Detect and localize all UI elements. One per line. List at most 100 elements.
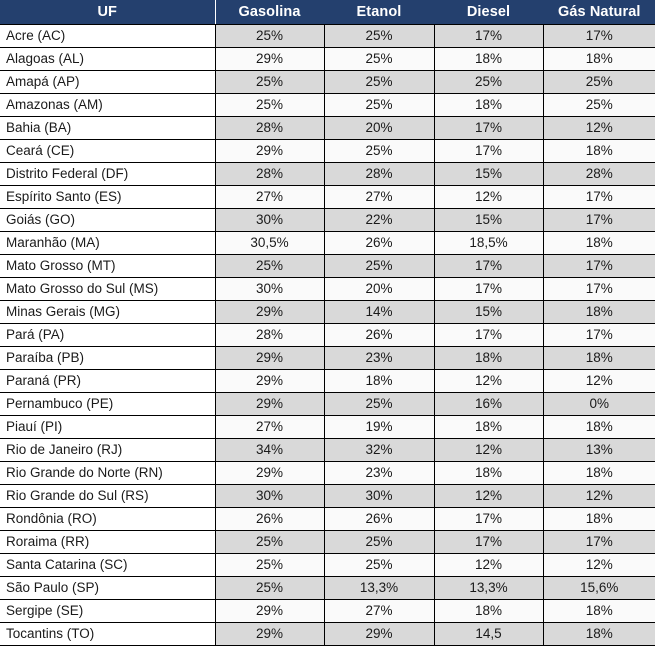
cell-gas_natural: 25%	[543, 93, 655, 117]
table-row: Paraíba (PB) 29% 23% 18% 18%	[0, 346, 655, 370]
cell-gasolina: 26%	[215, 507, 325, 531]
cell-diesel: 17%	[434, 507, 544, 531]
cell-uf: Pará (PA)	[0, 323, 216, 347]
cell-gasolina: 29%	[215, 622, 325, 646]
cell-gas_natural: 18%	[543, 346, 655, 370]
cell-diesel: 17%	[434, 254, 544, 278]
cell-diesel: 13,3%	[434, 576, 544, 600]
cell-gasolina: 28%	[215, 162, 325, 186]
cell-uf: Acre (AC)	[0, 24, 216, 48]
table-row: Ceará (CE) 29% 25% 17% 18%	[0, 139, 655, 163]
cell-gas_natural: 12%	[543, 116, 655, 140]
column-header-etanol: Etanol	[324, 0, 435, 25]
cell-uf: Paraná (PR)	[0, 369, 216, 393]
cell-gasolina: 34%	[215, 438, 325, 462]
column-header-gasolina: Gasolina	[215, 0, 325, 25]
cell-gas_natural: 18%	[543, 139, 655, 163]
cell-etanol: 27%	[324, 185, 435, 209]
cell-etanol: 14%	[324, 300, 435, 324]
table-row: Maranhão (MA) 30,5% 26% 18,5% 18%	[0, 231, 655, 255]
cell-diesel: 18%	[434, 346, 544, 370]
table-row: Acre (AC) 25% 25% 17% 17%	[0, 24, 655, 48]
cell-gasolina: 29%	[215, 47, 325, 71]
cell-gasolina: 27%	[215, 415, 325, 439]
table-row: Mato Grosso (MT) 25% 25% 17% 17%	[0, 254, 655, 278]
cell-uf: Rio Grande do Norte (RN)	[0, 461, 216, 485]
cell-gasolina: 27%	[215, 185, 325, 209]
table-row: Sergipe (SE) 29% 27% 18% 18%	[0, 599, 655, 623]
aliquotas-table: UF Gasolina Etanol Diesel Gás Natural Ac…	[0, 0, 655, 646]
cell-gas_natural: 17%	[543, 323, 655, 347]
cell-diesel: 12%	[434, 553, 544, 577]
cell-gasolina: 29%	[215, 300, 325, 324]
cell-diesel: 15%	[434, 208, 544, 232]
cell-etanol: 26%	[324, 323, 435, 347]
cell-etanol: 29%	[324, 622, 435, 646]
cell-gasolina: 30%	[215, 484, 325, 508]
cell-diesel: 12%	[434, 185, 544, 209]
column-header-diesel: Diesel	[434, 0, 544, 25]
cell-etanol: 23%	[324, 461, 435, 485]
cell-diesel: 18%	[434, 599, 544, 623]
table-row: Mato Grosso do Sul (MS) 30% 20% 17% 17%	[0, 277, 655, 301]
cell-uf: Rio de Janeiro (RJ)	[0, 438, 216, 462]
cell-uf: Mato Grosso do Sul (MS)	[0, 277, 216, 301]
table-row: Minas Gerais (MG) 29% 14% 15% 18%	[0, 300, 655, 324]
cell-gas_natural: 28%	[543, 162, 655, 186]
cell-diesel: 18%	[434, 415, 544, 439]
cell-uf: Maranhão (MA)	[0, 231, 216, 255]
cell-uf: Piauí (PI)	[0, 415, 216, 439]
cell-etanol: 19%	[324, 415, 435, 439]
cell-etanol: 25%	[324, 70, 435, 94]
cell-gasolina: 29%	[215, 369, 325, 393]
cell-uf: Sergipe (SE)	[0, 599, 216, 623]
cell-etanol: 26%	[324, 231, 435, 255]
cell-etanol: 25%	[324, 93, 435, 117]
cell-uf: Paraíba (PB)	[0, 346, 216, 370]
cell-diesel: 18%	[434, 47, 544, 71]
cell-etanol: 23%	[324, 346, 435, 370]
table-row: Paraná (PR) 29% 18% 12% 12%	[0, 369, 655, 393]
table-row: Rio de Janeiro (RJ) 34% 32% 12% 13%	[0, 438, 655, 462]
cell-diesel: 12%	[434, 369, 544, 393]
column-header-gas-natural: Gás Natural	[543, 0, 655, 25]
cell-gasolina: 30,5%	[215, 231, 325, 255]
cell-gasolina: 25%	[215, 24, 325, 48]
cell-uf: Rio Grande do Sul (RS)	[0, 484, 216, 508]
cell-gas_natural: 12%	[543, 484, 655, 508]
cell-uf: Goiás (GO)	[0, 208, 216, 232]
table-row: Pará (PA) 28% 26% 17% 17%	[0, 323, 655, 347]
cell-uf: Ceará (CE)	[0, 139, 216, 163]
table-row: Rio Grande do Norte (RN) 29% 23% 18% 18%	[0, 461, 655, 485]
cell-gasolina: 29%	[215, 599, 325, 623]
cell-uf: Amazonas (AM)	[0, 93, 216, 117]
cell-gas_natural: 18%	[543, 461, 655, 485]
cell-gas_natural: 17%	[543, 277, 655, 301]
table-row: Santa Catarina (SC) 25% 25% 12% 12%	[0, 553, 655, 577]
cell-etanol: 28%	[324, 162, 435, 186]
cell-uf: Bahia (BA)	[0, 116, 216, 140]
cell-uf: Roraima (RR)	[0, 530, 216, 554]
cell-uf: Mato Grosso (MT)	[0, 254, 216, 278]
cell-gasolina: 25%	[215, 576, 325, 600]
table-row: Amapá (AP) 25% 25% 25% 25%	[0, 70, 655, 94]
cell-gas_natural: 12%	[543, 553, 655, 577]
cell-diesel: 17%	[434, 323, 544, 347]
cell-diesel: 18%	[434, 93, 544, 117]
cell-gasolina: 29%	[215, 392, 325, 416]
table-row: Piauí (PI) 27% 19% 18% 18%	[0, 415, 655, 439]
cell-diesel: 12%	[434, 484, 544, 508]
cell-gasolina: 28%	[215, 323, 325, 347]
cell-diesel: 15%	[434, 162, 544, 186]
cell-gas_natural: 18%	[543, 47, 655, 71]
cell-etanol: 22%	[324, 208, 435, 232]
cell-uf: Distrito Federal (DF)	[0, 162, 216, 186]
cell-etanol: 20%	[324, 277, 435, 301]
cell-gas_natural: 18%	[543, 507, 655, 531]
cell-uf: Tocantins (TO)	[0, 622, 216, 646]
cell-gas_natural: 18%	[543, 415, 655, 439]
cell-uf: Alagoas (AL)	[0, 47, 216, 71]
table-row: São Paulo (SP) 25% 13,3% 13,3% 15,6%	[0, 576, 655, 600]
cell-gas_natural: 15,6%	[543, 576, 655, 600]
cell-gas_natural: 18%	[543, 599, 655, 623]
